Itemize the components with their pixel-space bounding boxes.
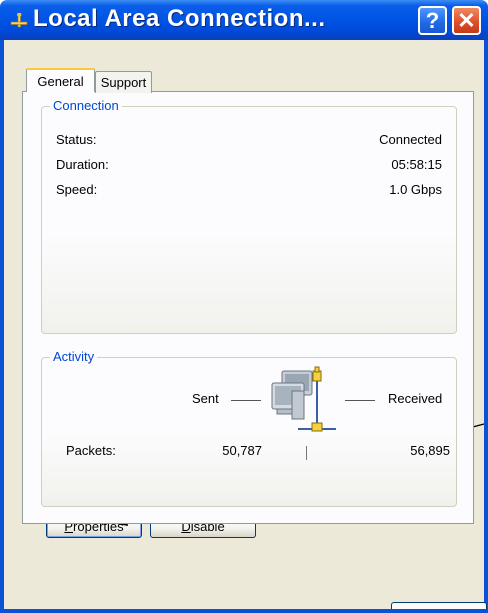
tab-general[interactable]: General	[26, 68, 95, 92]
window-bottom-border	[0, 609, 488, 613]
packets-separator	[306, 446, 307, 460]
tab-support[interactable]: Support	[95, 71, 152, 93]
speed-value: 1.0 Gbps	[389, 182, 442, 197]
close-icon: ✕	[457, 7, 476, 33]
help-button[interactable]: ?	[418, 6, 447, 35]
packets-sent-value: 50,787	[222, 443, 262, 458]
dialog-client-area: General Support Connection Status: Conne…	[0, 40, 488, 613]
tab-support-label: Support	[100, 75, 147, 90]
general-tab-panel: Connection Status: Connected Duration: 0…	[22, 91, 474, 524]
activity-group: Activity Sent Received Packets: 50,787 5…	[41, 349, 457, 507]
sent-label: Sent	[192, 391, 219, 406]
tab-general-label: General	[37, 73, 84, 89]
received-label: Received	[388, 391, 443, 406]
packets-label: Packets:	[66, 443, 116, 458]
activity-group-legend: Activity	[50, 349, 98, 364]
properties-window: Local Area Connection... ? ✕ General Sup…	[0, 0, 488, 613]
help-icon: ?	[425, 7, 440, 33]
window-title: Local Area Connection...	[33, 5, 326, 32]
speed-label: Speed:	[56, 182, 98, 197]
connection-group-legend: Connection	[50, 98, 122, 113]
title-bar[interactable]: Local Area Connection... ? ✕	[0, 0, 488, 40]
sent-line	[231, 400, 261, 401]
network-activity-icon	[271, 366, 336, 432]
connection-group: Connection Status: Connected Duration: 0…	[41, 98, 457, 334]
received-line	[345, 400, 375, 401]
duration-label: Duration:	[56, 157, 109, 172]
status-value: Connected	[379, 132, 442, 147]
duration-value: 05:58:15	[391, 157, 442, 172]
window-close-button[interactable]: ✕	[452, 6, 481, 35]
packets-received-value: 56,895	[410, 443, 450, 458]
status-label: Status:	[56, 132, 97, 147]
network-connection-icon	[10, 13, 28, 28]
